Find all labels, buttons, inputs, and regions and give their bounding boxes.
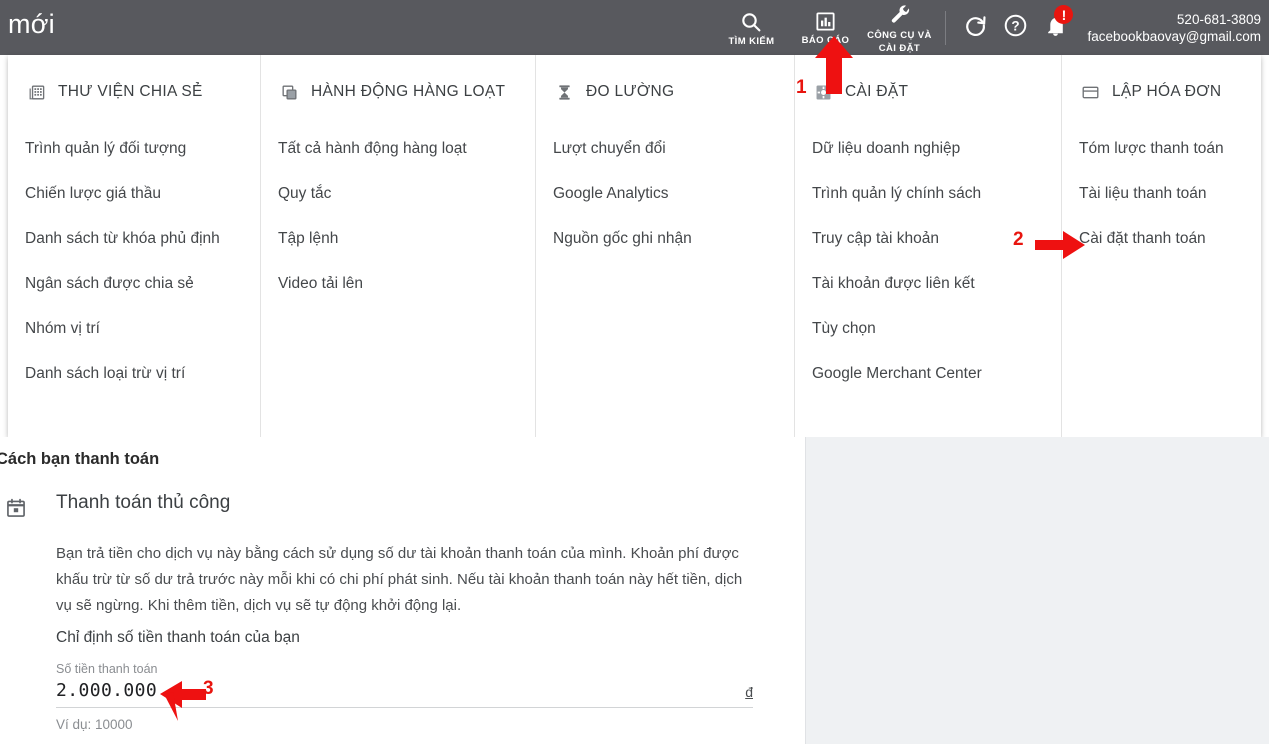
wrench-tools-icon (887, 3, 912, 28)
menu-item-billing-documents[interactable]: Tài liệu thanh toán (1062, 171, 1261, 216)
brand-title: mới (8, 9, 55, 39)
billing-card-icon (1079, 81, 1101, 103)
page-content: Cách bạn thanh toán Thanh toán thủ công … (0, 437, 1269, 744)
menu-column-billing: LẬP HÓA ĐƠN Tóm lược thanh toán Tài liệu… (1062, 55, 1261, 437)
menu-item-policy-manager[interactable]: Trình quản lý chính sách (795, 171, 1061, 216)
menu-item-google-merchant-center[interactable]: Google Merchant Center (795, 351, 1061, 396)
header-tool-settings-label-line1: CÔNG CỤ VÀ (867, 29, 932, 41)
menu-item-business-data[interactable]: Dữ liệu doanh nghiệp (795, 126, 1061, 171)
menu-item-negative-keyword-lists[interactable]: Danh sách từ khóa phủ định (8, 216, 260, 261)
payment-amount-input[interactable] (56, 680, 746, 701)
account-info[interactable]: 520-681-3809 facebookbaovay@gmail.com (1075, 11, 1269, 45)
menu-column-title: CÀI ĐẶT (845, 83, 909, 100)
annotation-number-3: 3 (203, 678, 214, 699)
menu-column-measurement: ĐO LƯỜNG Lượt chuyển đổi Google Analytic… (536, 55, 795, 437)
refresh-button[interactable] (955, 0, 995, 55)
app-screen: mới TÌM KIẾM BÁO CÁO CÔNG CỤ VÀ CÀI ĐẶT … (0, 0, 1269, 744)
menu-item-location-groups[interactable]: Nhóm vị trí (8, 306, 260, 351)
menu-column-header: THƯ VIỆN CHIA SẺ (8, 81, 260, 103)
menu-item-linked-accounts[interactable]: Tài khoản được liên kết (795, 261, 1061, 306)
amount-section-heading: Chỉ định số tiền thanh toán của bạn (56, 629, 300, 646)
payment-settings-panel: Cách bạn thanh toán Thanh toán thủ công … (0, 437, 805, 744)
menu-column-shared-library: THƯ VIỆN CHIA SẺ Trình quản lý đối tượng… (8, 55, 261, 437)
menu-column-header: LẬP HÓA ĐƠN (1062, 81, 1261, 103)
header-tool-reports-label: BÁO CÁO (801, 35, 850, 47)
notifications-button[interactable]: ! (1035, 0, 1075, 55)
menu-item-conversions[interactable]: Lượt chuyển đổi (536, 126, 794, 171)
currency-suffix: đ (745, 684, 753, 700)
menu-item-billing-summary[interactable]: Tóm lược thanh toán (1062, 126, 1261, 171)
payment-method-title: Thanh toán thủ công (56, 492, 231, 513)
payment-method-description: Bạn trả tiền cho dịch vụ này bằng cách s… (56, 545, 743, 614)
header-tool-search[interactable]: TÌM KIẾM (714, 0, 788, 55)
menu-item-placement-exclusion-lists[interactable]: Danh sách loại trừ vị trí (8, 351, 260, 396)
settings-gear-icon (812, 81, 834, 103)
menu-item-rules[interactable]: Quy tắc (261, 171, 535, 216)
page-title: Cách bạn thanh toán (0, 450, 160, 468)
search-icon (739, 10, 763, 34)
header-divider (945, 10, 947, 45)
menu-item-preferences[interactable]: Tùy chọn (795, 306, 1061, 351)
menu-column-title: ĐO LƯỜNG (586, 83, 675, 100)
help-button[interactable]: ? (995, 0, 1035, 55)
refresh-icon (963, 13, 988, 43)
calendar-event-icon (5, 497, 27, 524)
shared-library-grid-icon (25, 81, 47, 103)
account-id: 520-681-3809 (1176, 11, 1261, 27)
menu-item-uploaded-videos[interactable]: Video tải lên (261, 261, 535, 306)
measurement-hourglass-icon (553, 81, 575, 103)
side-summary-panel (805, 437, 1269, 744)
account-email: facebookbaovay@gmail.com (1087, 28, 1261, 44)
annotation-number-1: 1 (796, 77, 807, 98)
reports-bar-chart-icon (814, 10, 837, 33)
payment-amount-field-block: Số tiền thanh toán đ Ví dụ: 10000 (56, 662, 753, 732)
menu-item-attribution[interactable]: Nguồn gốc ghi nhận (536, 216, 794, 261)
payment-amount-label: Số tiền thanh toán (56, 662, 158, 676)
bulk-actions-copy-icon (278, 81, 300, 103)
menu-column-title: THƯ VIỆN CHIA SẺ (58, 83, 203, 100)
tools-and-settings-dropdown: THƯ VIỆN CHIA SẺ Trình quản lý đối tượng… (8, 55, 1261, 437)
menu-item-google-analytics[interactable]: Google Analytics (536, 171, 794, 216)
menu-item-billing-settings[interactable]: Cài đặt thanh toán (1062, 216, 1261, 261)
annotation-number-2: 2 (1013, 229, 1024, 250)
menu-column-header: ĐO LƯỜNG (536, 81, 794, 103)
header-tool-tools-and-settings[interactable]: CÔNG CỤ VÀ CÀI ĐẶT (862, 0, 936, 55)
menu-item-bid-strategies[interactable]: Chiến lược giá thầu (8, 171, 260, 216)
menu-item-scripts[interactable]: Tập lệnh (261, 216, 535, 261)
payment-amount-input-row[interactable]: đ (56, 680, 753, 708)
menu-column-bulk-actions: HÀNH ĐỘNG HÀNG LOẠT Tất cả hành động hàn… (261, 55, 536, 437)
header-tool-search-label: TÌM KIẾM (728, 35, 775, 47)
help-question-icon: ? (1003, 13, 1028, 43)
menu-column-title: LẬP HÓA ĐƠN (1112, 83, 1222, 100)
menu-column-header: CÀI ĐẶT (795, 81, 1061, 103)
svg-text:?: ? (1011, 18, 1019, 33)
menu-column-title: HÀNH ĐỘNG HÀNG LOẠT (311, 83, 506, 100)
top-header-bar: mới TÌM KIẾM BÁO CÁO CÔNG CỤ VÀ CÀI ĐẶT … (0, 0, 1269, 55)
menu-item-audience-manager[interactable]: Trình quản lý đối tượng (8, 126, 260, 171)
menu-item-all-bulk-actions[interactable]: Tất cả hành động hàng loạt (261, 126, 535, 171)
menu-column-header: HÀNH ĐỘNG HÀNG LOẠT (261, 81, 535, 103)
notifications-badge: ! (1054, 5, 1074, 24)
header-tool-reports[interactable]: BÁO CÁO (788, 0, 862, 55)
menu-item-shared-budgets[interactable]: Ngân sách được chia sẻ (8, 261, 260, 306)
payment-amount-hint: Ví dụ: 10000 (56, 717, 133, 732)
header-tool-settings-label-line2: CÀI ĐẶT (878, 43, 921, 54)
